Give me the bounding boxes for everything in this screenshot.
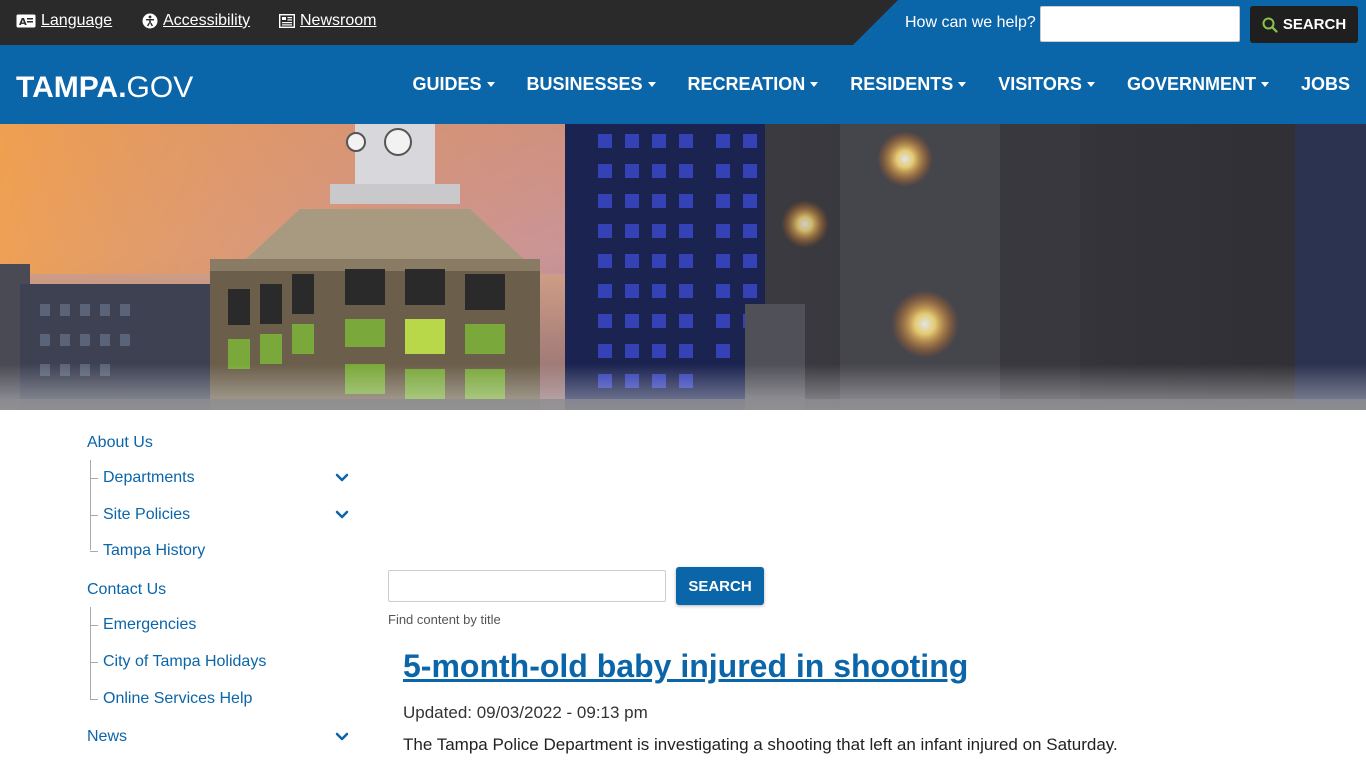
nav-visitors-label: VISITORS bbox=[998, 74, 1082, 94]
language-link[interactable]: A Language bbox=[16, 12, 112, 30]
nav-recreation-label: RECREATION bbox=[687, 74, 806, 94]
tree-tick bbox=[90, 699, 98, 700]
language-icon: A bbox=[16, 14, 36, 28]
tree-tick bbox=[90, 662, 98, 663]
sidebar-item-contact-us[interactable]: Contact Us bbox=[87, 581, 166, 599]
sidebar-item-news[interactable]: News bbox=[87, 728, 127, 746]
article-summary: The Tampa Police Department is investiga… bbox=[403, 735, 1118, 754]
sidebar-item-departments[interactable]: Departments bbox=[103, 469, 195, 487]
nav-visitors[interactable]: VISITORS bbox=[998, 74, 1095, 95]
tree-line bbox=[90, 460, 91, 550]
nav-residents[interactable]: RESIDENTS bbox=[850, 74, 967, 95]
caret-down-icon bbox=[486, 82, 495, 87]
nav-guides-label: GUIDES bbox=[412, 74, 482, 94]
accessibility-icon bbox=[142, 13, 158, 29]
nav-recreation[interactable]: RECREATION bbox=[688, 74, 819, 95]
search-hint: Find content by title bbox=[388, 612, 501, 627]
tree-tick bbox=[90, 625, 98, 626]
newsroom-label: Newsroom bbox=[300, 12, 377, 29]
utility-bar: A Language Accessibility Newsroom How ca… bbox=[0, 0, 1366, 45]
search-icon bbox=[1262, 17, 1278, 33]
nav-jobs-label: JOBS bbox=[1300, 74, 1350, 94]
nav-items: GUIDES BUSINESSES RECREATION RESIDENTS V… bbox=[380, 74, 1350, 95]
caret-down-icon bbox=[958, 82, 967, 87]
sidebar-item-holidays[interactable]: City of Tampa Holidays bbox=[103, 653, 266, 671]
article-title-link[interactable]: 5-month-old baby injured in shooting bbox=[403, 648, 968, 685]
sidebar-item-about-us[interactable]: About Us bbox=[87, 434, 153, 452]
main-navigation: TAMPA.GOV GUIDES BUSINESSES RECREATION R… bbox=[0, 45, 1366, 124]
nav-government[interactable]: GOVERNMENT bbox=[1127, 74, 1269, 95]
nav-government-label: GOVERNMENT bbox=[1126, 74, 1256, 94]
sidebar-item-emergencies[interactable]: Emergencies bbox=[103, 616, 196, 634]
nav-jobs[interactable]: JOBS bbox=[1301, 74, 1350, 95]
content-search-input[interactable] bbox=[388, 570, 666, 602]
svg-text:A: A bbox=[19, 17, 27, 28]
site-search-input[interactable] bbox=[1040, 6, 1240, 42]
logo-bold: TAMPA. bbox=[16, 71, 127, 104]
nav-residents-label: RESIDENTS bbox=[850, 74, 954, 94]
chevron-down-icon[interactable] bbox=[335, 471, 349, 485]
site-search-button[interactable]: SEARCH bbox=[1250, 6, 1358, 43]
nav-businesses-label: BUSINESSES bbox=[526, 74, 643, 94]
logo-light: GOV bbox=[126, 71, 194, 104]
content-search-button[interactable]: SEARCH bbox=[676, 567, 764, 605]
sidebar-item-online-help[interactable]: Online Services Help bbox=[103, 690, 252, 708]
newsroom-link[interactable]: Newsroom bbox=[279, 12, 376, 30]
tree-tick bbox=[90, 515, 98, 516]
language-label: Language bbox=[41, 12, 113, 29]
nav-businesses[interactable]: BUSINESSES bbox=[527, 74, 656, 95]
caret-down-icon bbox=[810, 82, 819, 87]
sidebar-item-tampa-history[interactable]: Tampa History bbox=[103, 542, 205, 560]
accessibility-label: Accessibility bbox=[163, 12, 251, 29]
hero-banner bbox=[0, 124, 1366, 410]
newspaper-icon bbox=[279, 14, 295, 28]
sidebar-item-site-policies[interactable]: Site Policies bbox=[103, 506, 190, 524]
caret-down-icon bbox=[1086, 82, 1095, 87]
tree-tick bbox=[90, 551, 98, 552]
nav-guides[interactable]: GUIDES bbox=[412, 74, 495, 95]
caret-down-icon bbox=[1260, 82, 1269, 87]
help-label: How can we help? bbox=[905, 14, 1036, 31]
chevron-down-icon[interactable] bbox=[335, 730, 349, 744]
site-logo[interactable]: TAMPA.GOV bbox=[16, 71, 193, 105]
accessibility-link[interactable]: Accessibility bbox=[142, 12, 250, 30]
tree-tick bbox=[90, 478, 98, 479]
site-search-label: SEARCH bbox=[1282, 16, 1347, 33]
hero-cityscape-image bbox=[0, 124, 1366, 410]
tree-line bbox=[90, 607, 91, 699]
chevron-down-icon[interactable] bbox=[335, 508, 349, 522]
caret-down-icon bbox=[647, 82, 656, 87]
article-updated: Updated: 09/03/2022 - 09:13 pm bbox=[403, 703, 648, 722]
